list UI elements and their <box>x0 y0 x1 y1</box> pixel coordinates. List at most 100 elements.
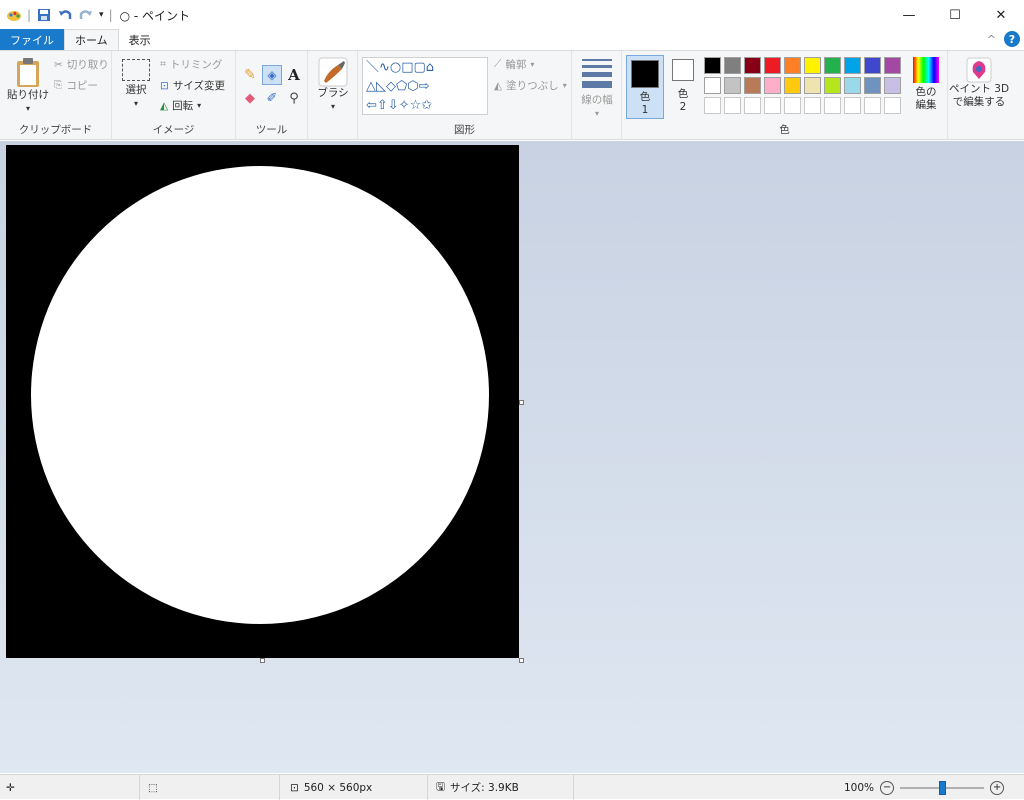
resize-icon: ⊡ <box>160 79 169 92</box>
zoom-level: 100% <box>844 781 875 794</box>
canvas-area[interactable] <box>0 141 1024 773</box>
custom-color-slot[interactable] <box>724 97 741 114</box>
palette-swatch[interactable] <box>864 57 881 74</box>
palette-swatch[interactable] <box>884 57 901 74</box>
palette-swatch[interactable] <box>884 77 901 94</box>
paint3d-button[interactable]: ペイント 3D で編集する <box>949 57 1009 109</box>
cut-button[interactable]: ✂ 切り取り <box>54 57 109 72</box>
custom-color-slot[interactable] <box>804 97 821 114</box>
save-icon[interactable] <box>36 7 52 23</box>
color1-button[interactable]: 色1 <box>626 55 664 119</box>
drawing-canvas[interactable] <box>6 145 519 658</box>
image-group: 選択 ▾ ⌗ トリミング ⊡ サイズ変更 ◭ 回転 ▾ イメージ <box>112 51 236 139</box>
palette-swatch[interactable] <box>844 77 861 94</box>
zoom-in-button[interactable]: + <box>990 780 1005 795</box>
crop-button[interactable]: ⌗ トリミング <box>160 57 222 72</box>
resize-handle-bottom[interactable] <box>260 658 265 663</box>
tab-view[interactable]: 表示 <box>119 30 161 50</box>
resize-button[interactable]: ⊡ サイズ変更 <box>160 78 225 93</box>
copy-icon: ⎘ <box>54 79 63 91</box>
help-icon[interactable]: ? <box>1004 31 1020 47</box>
shapes-group-label: 図形 <box>454 124 475 136</box>
custom-color-slot[interactable] <box>704 97 721 114</box>
size-button[interactable]: 線の幅 ▾ <box>578 57 616 120</box>
colors-group-label: 色 <box>779 124 790 136</box>
maximize-button[interactable]: ☐ <box>932 0 978 30</box>
color-picker-icon[interactable]: ✐ <box>262 91 282 106</box>
palette-swatch[interactable] <box>864 77 881 94</box>
palette-swatch[interactable] <box>804 77 821 94</box>
tab-file[interactable]: ファイル <box>0 29 64 50</box>
rainbow-icon <box>913 57 939 83</box>
undo-icon[interactable] <box>57 7 73 23</box>
clipboard-group-label: クリップボード <box>18 124 93 136</box>
custom-color-slot[interactable] <box>824 97 841 114</box>
crop-icon: ⌗ <box>160 58 166 70</box>
ribbon: 貼り付け ▾ ✂ 切り取り ⎘ コピー クリップボード 選択 ▾ ⌗ トリミング ⊡ サイズ… <box>0 50 1024 140</box>
zoom-out-button[interactable]: − <box>880 780 895 795</box>
select-button[interactable]: 選択 ▾ <box>120 59 152 110</box>
eraser-icon[interactable]: ◆ <box>241 91 259 106</box>
image-dimensions: ⊡ 560 × 560px <box>280 775 428 800</box>
custom-color-slot[interactable] <box>864 97 881 114</box>
paint-app-icon[interactable] <box>6 7 22 23</box>
redo-icon[interactable] <box>78 7 94 23</box>
outline-button[interactable]: ⟋ 輪郭 ▾ <box>494 57 534 72</box>
color1-swatch <box>631 60 659 88</box>
palette-swatch[interactable] <box>804 57 821 74</box>
selection-icon <box>122 59 150 81</box>
close-button[interactable]: ✕ <box>978 0 1024 30</box>
rotate-button[interactable]: ◭ 回転 ▾ <box>160 98 201 113</box>
window-title: ○ - ペイント <box>119 8 191 23</box>
shapes-row: ＼∿○□▢⌂ <box>366 60 435 75</box>
edit-colors-button[interactable]: 色の 編集 <box>908 57 944 112</box>
disk-icon: 🖫 <box>436 780 445 793</box>
paste-button[interactable]: 貼り付け ▾ <box>6 57 50 115</box>
copy-button[interactable]: ⎘ コピー <box>54 78 98 93</box>
minimize-button[interactable]: — <box>886 0 932 30</box>
tools-group-label: ツール <box>255 124 288 136</box>
zoom-slider[interactable] <box>900 780 985 795</box>
rotate-icon: ◭ <box>160 99 169 112</box>
paint3d-group: ペイント 3D で編集する <box>948 51 1010 139</box>
fill-icon: ◭ <box>494 79 503 92</box>
resize-handle-corner[interactable] <box>519 658 524 663</box>
tab-home[interactable]: ホーム <box>64 29 119 50</box>
customize-qa-icon[interactable]: ▾ <box>99 10 104 20</box>
palette-swatch[interactable] <box>764 57 781 74</box>
custom-color-slot[interactable] <box>884 97 901 114</box>
custom-color-slot[interactable] <box>844 97 861 114</box>
dimensions-icon: ⊡ <box>290 781 299 794</box>
collapse-ribbon-icon[interactable]: ^ <box>987 33 996 46</box>
palette-swatch[interactable] <box>784 57 801 74</box>
text-tool-icon[interactable]: A <box>285 66 303 84</box>
magnifier-icon[interactable]: ⚲ <box>285 91 303 106</box>
custom-color-slot[interactable] <box>784 97 801 114</box>
palette-swatch[interactable] <box>764 77 781 94</box>
brushes-button[interactable]: ブラシ ▾ <box>314 57 352 113</box>
fill-bucket-icon[interactable]: ◈ <box>262 65 282 85</box>
palette-swatch[interactable] <box>824 57 841 74</box>
tools-group: ✎ ◈ A ◆ ✐ ⚲ ツール <box>236 51 308 139</box>
palette-swatch[interactable] <box>744 77 761 94</box>
zoom-control: 100% − + <box>844 775 1005 800</box>
zoom-slider-thumb[interactable] <box>938 780 946 795</box>
pencil-icon[interactable]: ✎ <box>241 66 259 84</box>
custom-color-slot[interactable] <box>744 97 761 114</box>
palette-swatch[interactable] <box>704 57 721 74</box>
custom-color-slot[interactable] <box>764 97 781 114</box>
shapes-group: ＼∿○□▢⌂ △◺◇⬠⬡⇨ ⇦⇧⇩✧☆✩ ⟋ 輪郭 ▾ ◭ 塗りつぶし ▾ 図形 <box>358 51 572 139</box>
palette-swatch[interactable] <box>724 57 741 74</box>
fill-button[interactable]: ◭ 塗りつぶし ▾ <box>494 78 567 93</box>
resize-handle-right[interactable] <box>519 400 524 405</box>
palette-swatch[interactable] <box>704 77 721 94</box>
shapes-row: △◺◇⬠⬡⇨ <box>366 79 430 94</box>
palette-swatch[interactable] <box>844 57 861 74</box>
palette-swatch[interactable] <box>744 57 761 74</box>
color2-button[interactable]: 色2 <box>668 59 698 114</box>
palette-swatch[interactable] <box>724 77 741 94</box>
shapes-gallery[interactable]: ＼∿○□▢⌂ △◺◇⬠⬡⇨ ⇦⇧⇩✧☆✩ <box>362 57 488 115</box>
palette-swatch[interactable] <box>784 77 801 94</box>
palette-swatch[interactable] <box>824 77 841 94</box>
white-circle-shape <box>31 166 489 624</box>
